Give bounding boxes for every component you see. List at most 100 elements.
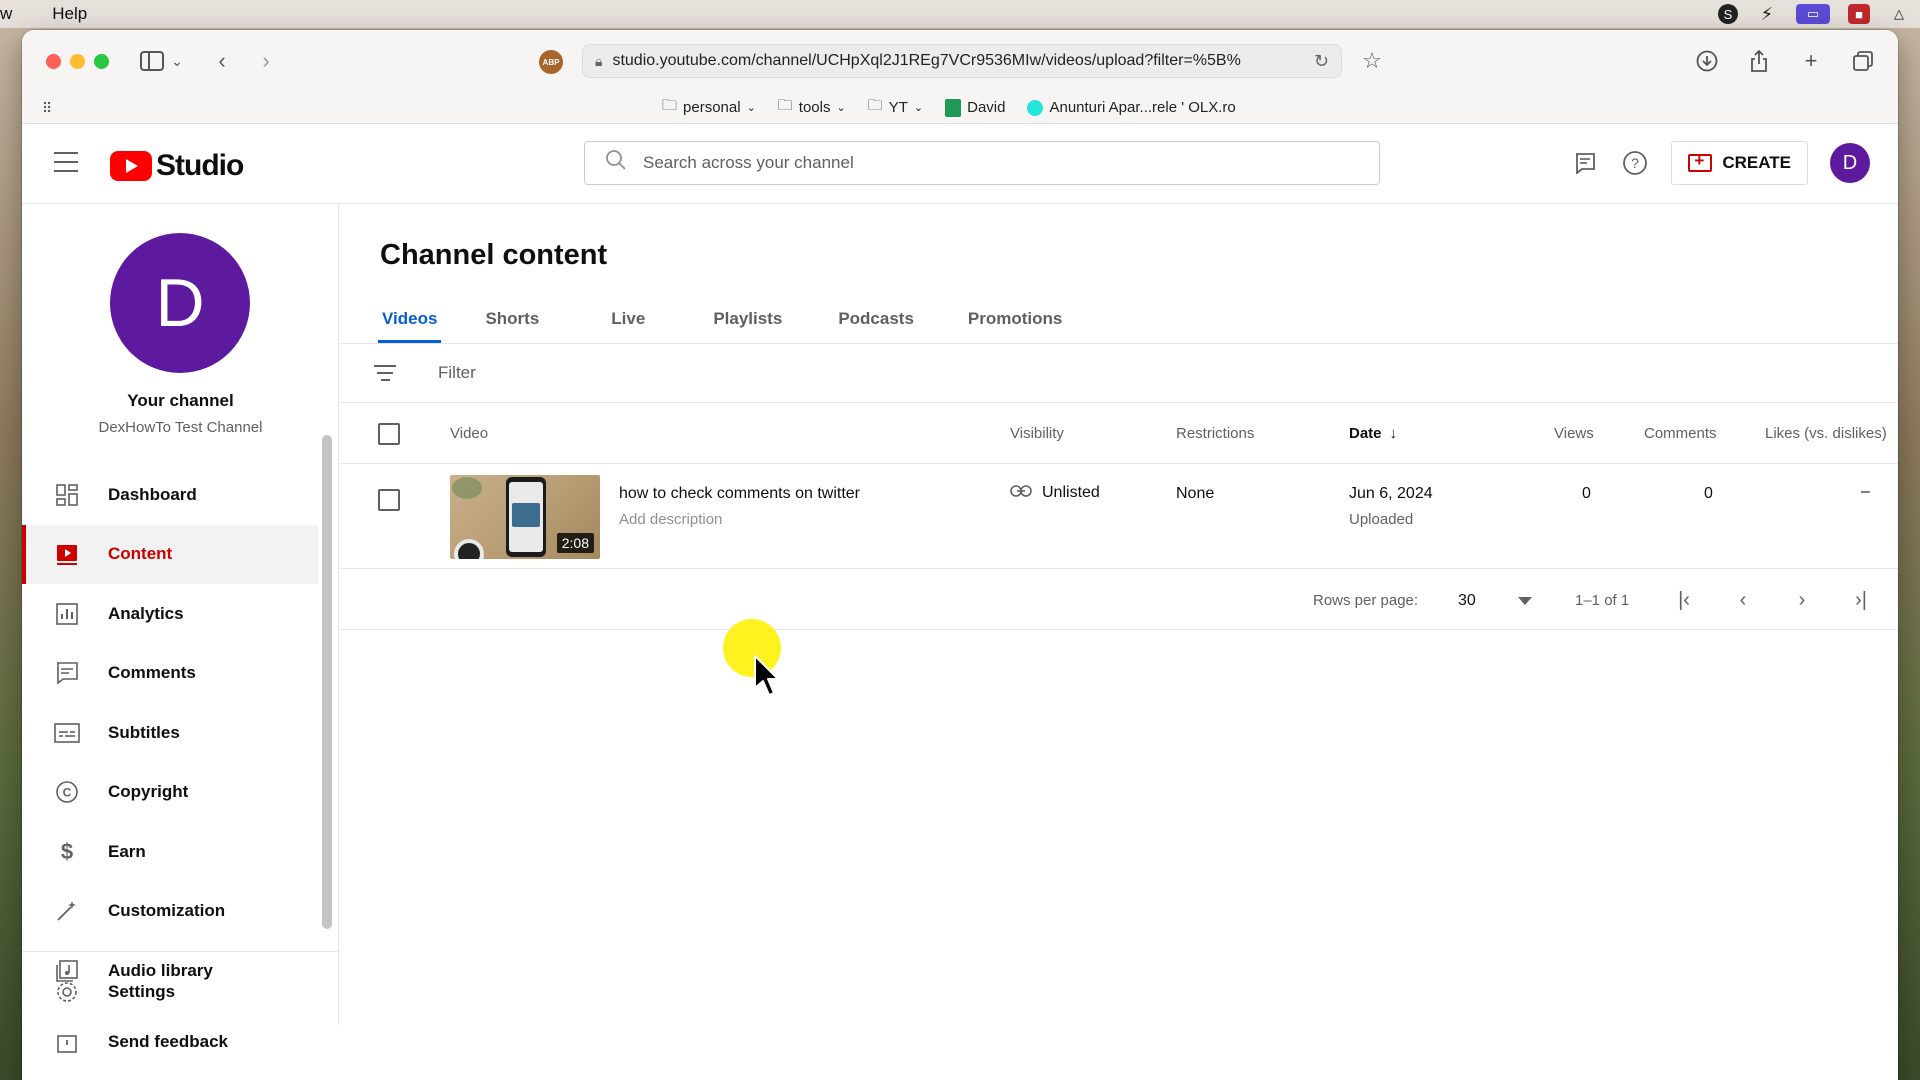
tab-promotions[interactable]: Promotions <box>966 295 1064 343</box>
new-tab-icon[interactable]: + <box>1796 46 1826 76</box>
hamburger-menu-icon[interactable] <box>54 152 78 172</box>
previous-page-icon[interactable]: ‹ <box>1731 588 1755 612</box>
channel-name: DexHowTo Test Channel <box>98 419 263 436</box>
video-thumbnail[interactable]: 2:08 <box>450 475 600 559</box>
dropdown-arrow-icon <box>1518 597 1532 605</box>
subtitles-icon <box>54 720 80 746</box>
reload-icon[interactable]: ↻ <box>1314 51 1329 72</box>
record-tray-icon[interactable]: ■ <box>1848 4 1870 24</box>
menu-item-window[interactable]: w <box>0 4 22 24</box>
filter-input[interactable]: Filter <box>438 363 476 383</box>
chevron-down-icon[interactable]: ⌄ <box>167 46 187 76</box>
search-icon <box>605 149 627 177</box>
first-page-icon[interactable]: |‹ <box>1672 588 1696 612</box>
create-button[interactable]: CREATE <box>1671 141 1808 185</box>
adblock-icon[interactable]: ABP <box>539 50 563 74</box>
sidebar-toggle-icon[interactable] <box>137 46 167 76</box>
lock-icon: 🔒︎ <box>595 52 603 69</box>
visibility-cell[interactable]: Unlisted <box>1010 484 1100 502</box>
skype-tray-icon[interactable]: S <box>1718 4 1738 24</box>
sidebar-item-comments[interactable]: Comments <box>22 644 318 704</box>
bookmark-david[interactable]: David <box>945 98 1005 117</box>
search-input[interactable] <box>643 153 1323 173</box>
zoom-window-button[interactable] <box>94 53 109 69</box>
main-content: Channel content Videos Shorts Live Playl… <box>340 205 1898 1025</box>
search-box[interactable] <box>584 141 1380 185</box>
help-icon[interactable]: ? <box>1621 149 1649 177</box>
rows-per-page-select[interactable]: 30 <box>1458 588 1532 614</box>
column-comments[interactable]: Comments <box>1644 425 1717 442</box>
channel-avatar[interactable]: D <box>110 233 250 373</box>
screen-share-tray-icon[interactable]: ▭ <box>1796 4 1830 24</box>
video-description[interactable]: Add description <box>619 511 722 528</box>
select-all-checkbox[interactable] <box>378 423 400 445</box>
sidebar-item-send-feedback[interactable]: Send feedback <box>22 1032 339 1062</box>
filter-bar[interactable]: Filter <box>340 344 1898 403</box>
sidebar-item-settings[interactable]: Settings <box>22 952 339 1032</box>
bookmark-star-icon[interactable]: ☆ <box>1357 46 1387 76</box>
account-avatar[interactable]: D <box>1830 143 1870 183</box>
sidebar-scrollbar[interactable] <box>322 435 332 929</box>
menu-item-help[interactable]: Help <box>22 4 97 24</box>
sidebar-item-subtitles[interactable]: Subtitles <box>22 703 318 763</box>
tab-shorts[interactable]: Shorts <box>483 295 541 343</box>
column-views[interactable]: Views <box>1554 425 1594 442</box>
filter-icon[interactable] <box>374 365 396 381</box>
table-row[interactable]: 2:08 how to check comments on twitter Ad… <box>340 465 1898 569</box>
create-video-icon <box>1688 151 1713 172</box>
analytics-icon <box>54 601 80 627</box>
date-value: Jun 6, 2024 <box>1349 485 1433 502</box>
bookmark-folder-tools[interactable]: 🗀 tools ⌄ <box>778 95 846 120</box>
forward-icon[interactable]: › <box>251 46 281 76</box>
tab-overview-icon[interactable] <box>1848 46 1878 76</box>
rows-per-page-label: Rows per page: <box>1313 592 1419 609</box>
sidebar-item-earn[interactable]: $ Earn <box>22 822 318 882</box>
column-likes[interactable]: Likes (vs. dislikes) <box>1765 425 1887 442</box>
sidebar-item-dashboard[interactable]: Dashboard <box>22 465 318 525</box>
bookmark-olx[interactable]: Anunturi Apar...rele ' OLX.ro <box>1027 99 1236 116</box>
apps-grid-icon[interactable]: ⠿ <box>42 100 52 117</box>
feedback-icon[interactable] <box>1571 149 1599 177</box>
column-date[interactable]: Date ↓ <box>1349 425 1397 442</box>
mouse-pointer-icon <box>754 655 779 696</box>
close-window-button[interactable] <box>46 53 61 69</box>
bookmark-folder-yt[interactable]: 🗀 YT ⌄ <box>868 95 923 120</box>
next-page-icon[interactable]: › <box>1790 588 1814 612</box>
sidebar-item-content[interactable]: Content <box>22 524 318 584</box>
logo-text: Studio <box>156 149 244 182</box>
sidebar-item-customization[interactable]: Customization <box>22 882 318 942</box>
browser-window: ⌄ ‹ › ABP 🔒︎ studio.youtube.com/channel/… <box>22 30 1898 1080</box>
comments-value[interactable]: 0 <box>1704 485 1713 503</box>
network-tray-icon[interactable]: ⚡ <box>1756 4 1778 24</box>
likes-value: – <box>1861 483 1870 500</box>
svg-text:C: C <box>63 786 72 800</box>
chevron-down-icon: ⌄ <box>913 102 924 114</box>
table-header: Video Visibility Restrictions Date ↓ Vie… <box>340 404 1898 464</box>
sidebar-item-copyright[interactable]: C Copyright <box>22 763 318 823</box>
tab-playlists[interactable]: Playlists <box>711 295 784 343</box>
copyright-icon: C <box>54 779 80 805</box>
bookmark-folder-personal[interactable]: 🗀 personal ⌄ <box>662 95 756 120</box>
minimize-window-button[interactable] <box>70 53 85 69</box>
tab-videos[interactable]: Videos <box>377 295 442 343</box>
olx-icon <box>1027 99 1044 116</box>
sidebar-item-analytics[interactable]: Analytics <box>22 584 318 644</box>
address-bar[interactable]: 🔒︎ studio.youtube.com/channel/UCHpXql2J1… <box>582 44 1342 78</box>
download-icon[interactable] <box>1692 46 1722 76</box>
sidebar: D Your channel DexHowTo Test Channel Das… <box>22 205 339 1053</box>
row-checkbox[interactable] <box>378 489 400 511</box>
tab-live[interactable]: Live <box>609 295 647 343</box>
studio-logo[interactable]: Studio <box>110 149 244 183</box>
last-page-icon[interactable]: ›| <box>1849 588 1873 612</box>
thumbnail-screen-image <box>512 503 540 527</box>
drive-tray-icon[interactable]: △ <box>1888 4 1910 24</box>
back-icon[interactable]: ‹ <box>207 46 237 76</box>
create-label: CREATE <box>1722 153 1791 172</box>
chevron-down-icon: ⌄ <box>836 102 846 114</box>
tab-podcasts[interactable]: Podcasts <box>836 295 916 343</box>
share-icon[interactable] <box>1744 46 1774 76</box>
video-title[interactable]: how to check comments on twitter <box>619 485 860 503</box>
restrictions-value: None <box>1176 485 1215 502</box>
dashboard-icon <box>54 482 80 508</box>
browser-toolbar: ⌄ ‹ › ABP 🔒︎ studio.youtube.com/channel/… <box>22 30 1898 92</box>
